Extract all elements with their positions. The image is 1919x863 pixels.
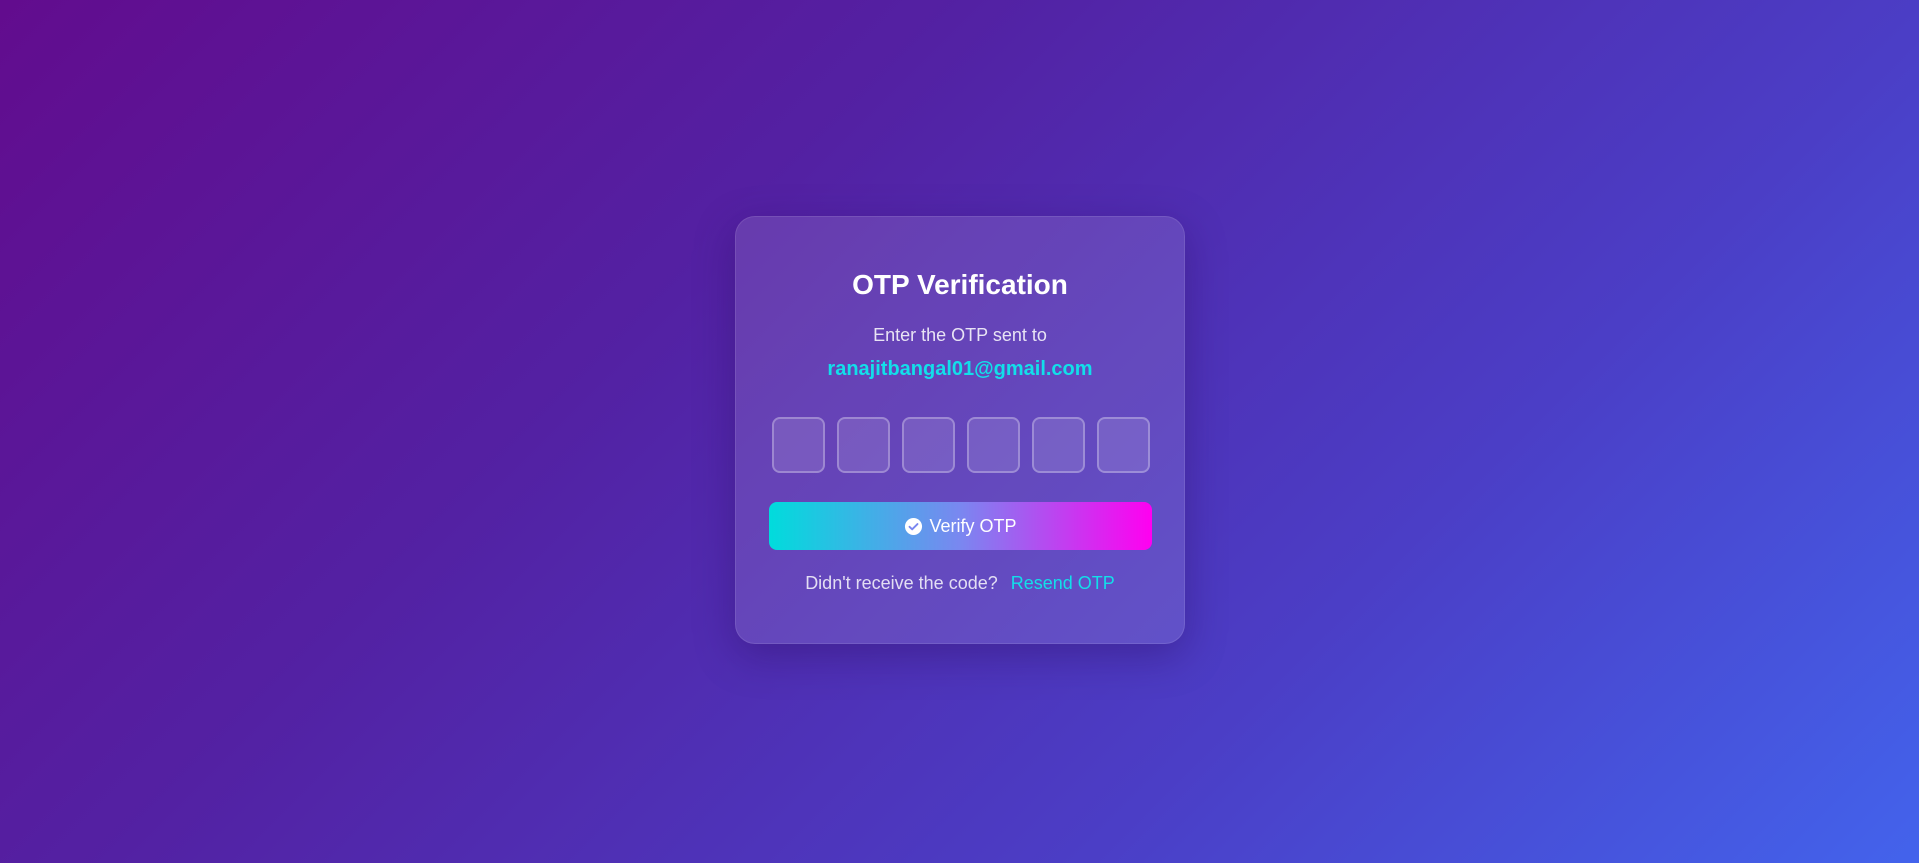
verify-otp-label: Verify OTP bbox=[929, 515, 1017, 536]
otp-digit-2[interactable] bbox=[837, 417, 890, 473]
otp-instruction-text: Enter the OTP sent to bbox=[873, 325, 1047, 345]
otp-verification-card: OTP Verification Enter the OTP sent to r… bbox=[735, 216, 1185, 644]
resend-row: Didn't receive the code? Resend OTP bbox=[736, 572, 1184, 594]
otp-digit-1[interactable] bbox=[772, 417, 825, 473]
verify-otp-button[interactable]: Verify OTP bbox=[769, 502, 1152, 550]
otp-input-group bbox=[772, 417, 1150, 473]
otp-digit-6[interactable] bbox=[1097, 417, 1150, 473]
check-circle-icon bbox=[904, 517, 923, 536]
resend-prompt: Didn't receive the code? bbox=[805, 573, 998, 593]
otp-digit-3[interactable] bbox=[902, 417, 955, 473]
otp-digit-4[interactable] bbox=[967, 417, 1020, 473]
page-title: OTP Verification bbox=[852, 269, 1068, 300]
resend-otp-link[interactable]: Resend OTP bbox=[1011, 573, 1115, 593]
otp-digit-5[interactable] bbox=[1032, 417, 1085, 473]
recipient-email: ranajitbangal01@gmail.com bbox=[827, 358, 1093, 380]
